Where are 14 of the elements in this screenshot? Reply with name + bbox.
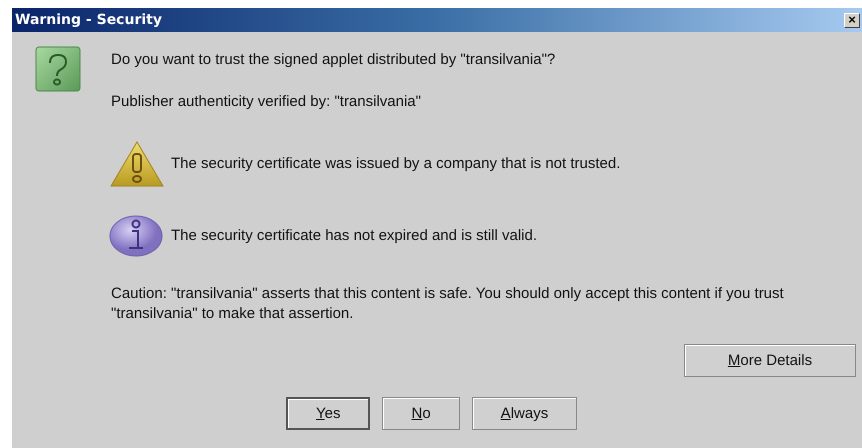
dialog-button[interactable]: Always: [472, 397, 578, 430]
dialog-button[interactable]: No: [382, 397, 460, 430]
publisher-text: Publisher authenticity verified by: "transilvania": [111, 92, 422, 112]
close-button[interactable]: ×: [844, 12, 860, 28]
dialog-button[interactable]: Yes: [286, 397, 370, 430]
question-icon: [35, 46, 81, 92]
warning-icon: [109, 140, 165, 188]
caution-text: Caution: "transilvania" asserts that this content is safe. You should only accept this content if you trust "transilvania" to make that assertion.: [111, 284, 785, 324]
info-icon: [109, 214, 165, 258]
notice-text: The security certificate has not expired and is still valid.: [171, 226, 537, 246]
more-details-button[interactable]: More Details: [684, 344, 856, 377]
notice-text: The security certificate was issued by a company that is not trusted.: [171, 154, 620, 174]
window-title: Warning - Security: [15, 12, 162, 28]
question-text: Do you want to trust the signed applet distributed by "transilvania"?: [111, 50, 556, 70]
